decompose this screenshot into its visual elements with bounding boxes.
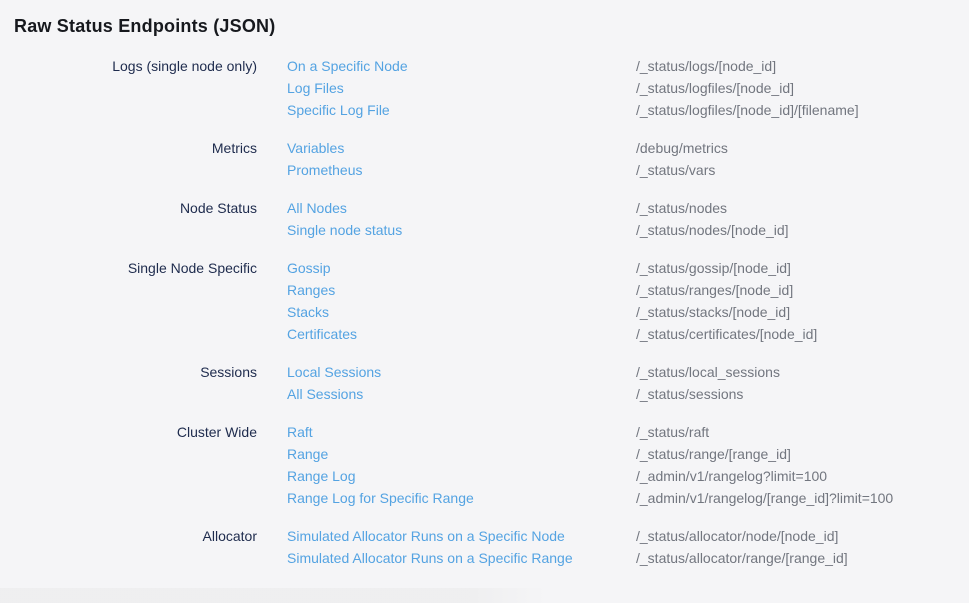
category-label: Allocator [0,525,287,569]
below-fold-panel-edge [0,588,546,603]
endpoint-link[interactable]: Simulated Allocator Runs on a Specific N… [287,525,565,547]
endpoint-link[interactable]: Range Log for Specific Range [287,487,474,509]
endpoint-links-column: Local SessionsAll Sessions [287,361,636,405]
endpoint-paths-column: /_status/nodes/_status/nodes/[node_id] [636,197,969,241]
endpoint-path: /_status/allocator/node/[node_id] [636,525,969,547]
endpoint-path: /_status/gossip/[node_id] [636,257,969,279]
endpoint-path: /_status/range/[range_id] [636,443,969,465]
endpoint-path: /_status/certificates/[node_id] [636,323,969,345]
endpoint-links-column: All NodesSingle node status [287,197,636,241]
endpoint-path: /_status/logfiles/[node_id] [636,77,969,99]
endpoint-link[interactable]: All Sessions [287,383,363,405]
endpoint-link[interactable]: Range [287,443,328,465]
endpoints-table: Logs (single node only)On a Specific Nod… [0,55,969,569]
endpoint-links-column: VariablesPrometheus [287,137,636,181]
category-label: Single Node Specific [0,257,287,345]
endpoint-link[interactable]: Local Sessions [287,361,381,383]
endpoint-group: Single Node SpecificGossipRangesStacksCe… [0,257,969,345]
endpoint-paths-column: /_status/local_sessions/_status/sessions [636,361,969,405]
endpoint-link[interactable]: Stacks [287,301,329,323]
endpoint-links-column: RaftRangeRange LogRange Log for Specific… [287,421,636,509]
endpoint-group: Node StatusAll NodesSingle node status/_… [0,197,969,241]
endpoint-paths-column: /_status/allocator/node/[node_id]/_statu… [636,525,969,569]
endpoint-link[interactable]: Raft [287,421,313,443]
endpoint-path: /_status/ranges/[node_id] [636,279,969,301]
endpoint-link[interactable]: Prometheus [287,159,362,181]
endpoint-link[interactable]: Log Files [287,77,344,99]
endpoint-path: /_admin/v1/rangelog?limit=100 [636,465,969,487]
category-label: Metrics [0,137,287,181]
endpoint-link[interactable]: On a Specific Node [287,55,408,77]
endpoint-path: /debug/metrics [636,137,969,159]
endpoint-link[interactable]: Ranges [287,279,335,301]
endpoint-path: /_status/stacks/[node_id] [636,301,969,323]
category-label: Logs (single node only) [0,55,287,121]
endpoint-links-column: GossipRangesStacksCertificates [287,257,636,345]
endpoint-group: AllocatorSimulated Allocator Runs on a S… [0,525,969,569]
endpoint-links-column: On a Specific NodeLog FilesSpecific Log … [287,55,636,121]
endpoint-path: /_status/raft [636,421,969,443]
endpoint-path: /_status/logfiles/[node_id]/[filename] [636,99,969,121]
endpoint-path: /_status/sessions [636,383,969,405]
endpoint-group: Cluster WideRaftRangeRange LogRange Log … [0,421,969,509]
endpoint-group: Logs (single node only)On a Specific Nod… [0,55,969,121]
category-label: Node Status [0,197,287,241]
endpoint-paths-column: /_status/logs/[node_id]/_status/logfiles… [636,55,969,121]
endpoint-link[interactable]: Variables [287,137,344,159]
endpoint-link[interactable]: Simulated Allocator Runs on a Specific R… [287,547,573,569]
endpoint-path: /_status/nodes [636,197,969,219]
endpoint-link[interactable]: All Nodes [287,197,347,219]
endpoint-group: MetricsVariablesPrometheus/debug/metrics… [0,137,969,181]
endpoint-path: /_status/logs/[node_id] [636,55,969,77]
endpoint-path: /_status/vars [636,159,969,181]
debug-endpoints-page: Raw Status Endpoints (JSON) Logs (single… [0,0,969,569]
category-label: Cluster Wide [0,421,287,509]
endpoint-path: /_status/nodes/[node_id] [636,219,969,241]
endpoint-link[interactable]: Range Log [287,465,356,487]
endpoint-paths-column: /debug/metrics/_status/vars [636,137,969,181]
endpoint-paths-column: /_status/raft/_status/range/[range_id]/_… [636,421,969,509]
endpoint-group: SessionsLocal SessionsAll Sessions/_stat… [0,361,969,405]
endpoint-links-column: Simulated Allocator Runs on a Specific N… [287,525,636,569]
category-label: Sessions [0,361,287,405]
endpoint-paths-column: /_status/gossip/[node_id]/_status/ranges… [636,257,969,345]
endpoint-link[interactable]: Certificates [287,323,357,345]
endpoint-link[interactable]: Single node status [287,219,402,241]
page-title: Raw Status Endpoints (JSON) [0,0,969,39]
endpoint-path: /_admin/v1/rangelog/[range_id]?limit=100 [636,487,969,509]
endpoint-link[interactable]: Specific Log File [287,99,390,121]
endpoint-link[interactable]: Gossip [287,257,331,279]
endpoint-path: /_status/allocator/range/[range_id] [636,547,969,569]
endpoint-path: /_status/local_sessions [636,361,969,383]
